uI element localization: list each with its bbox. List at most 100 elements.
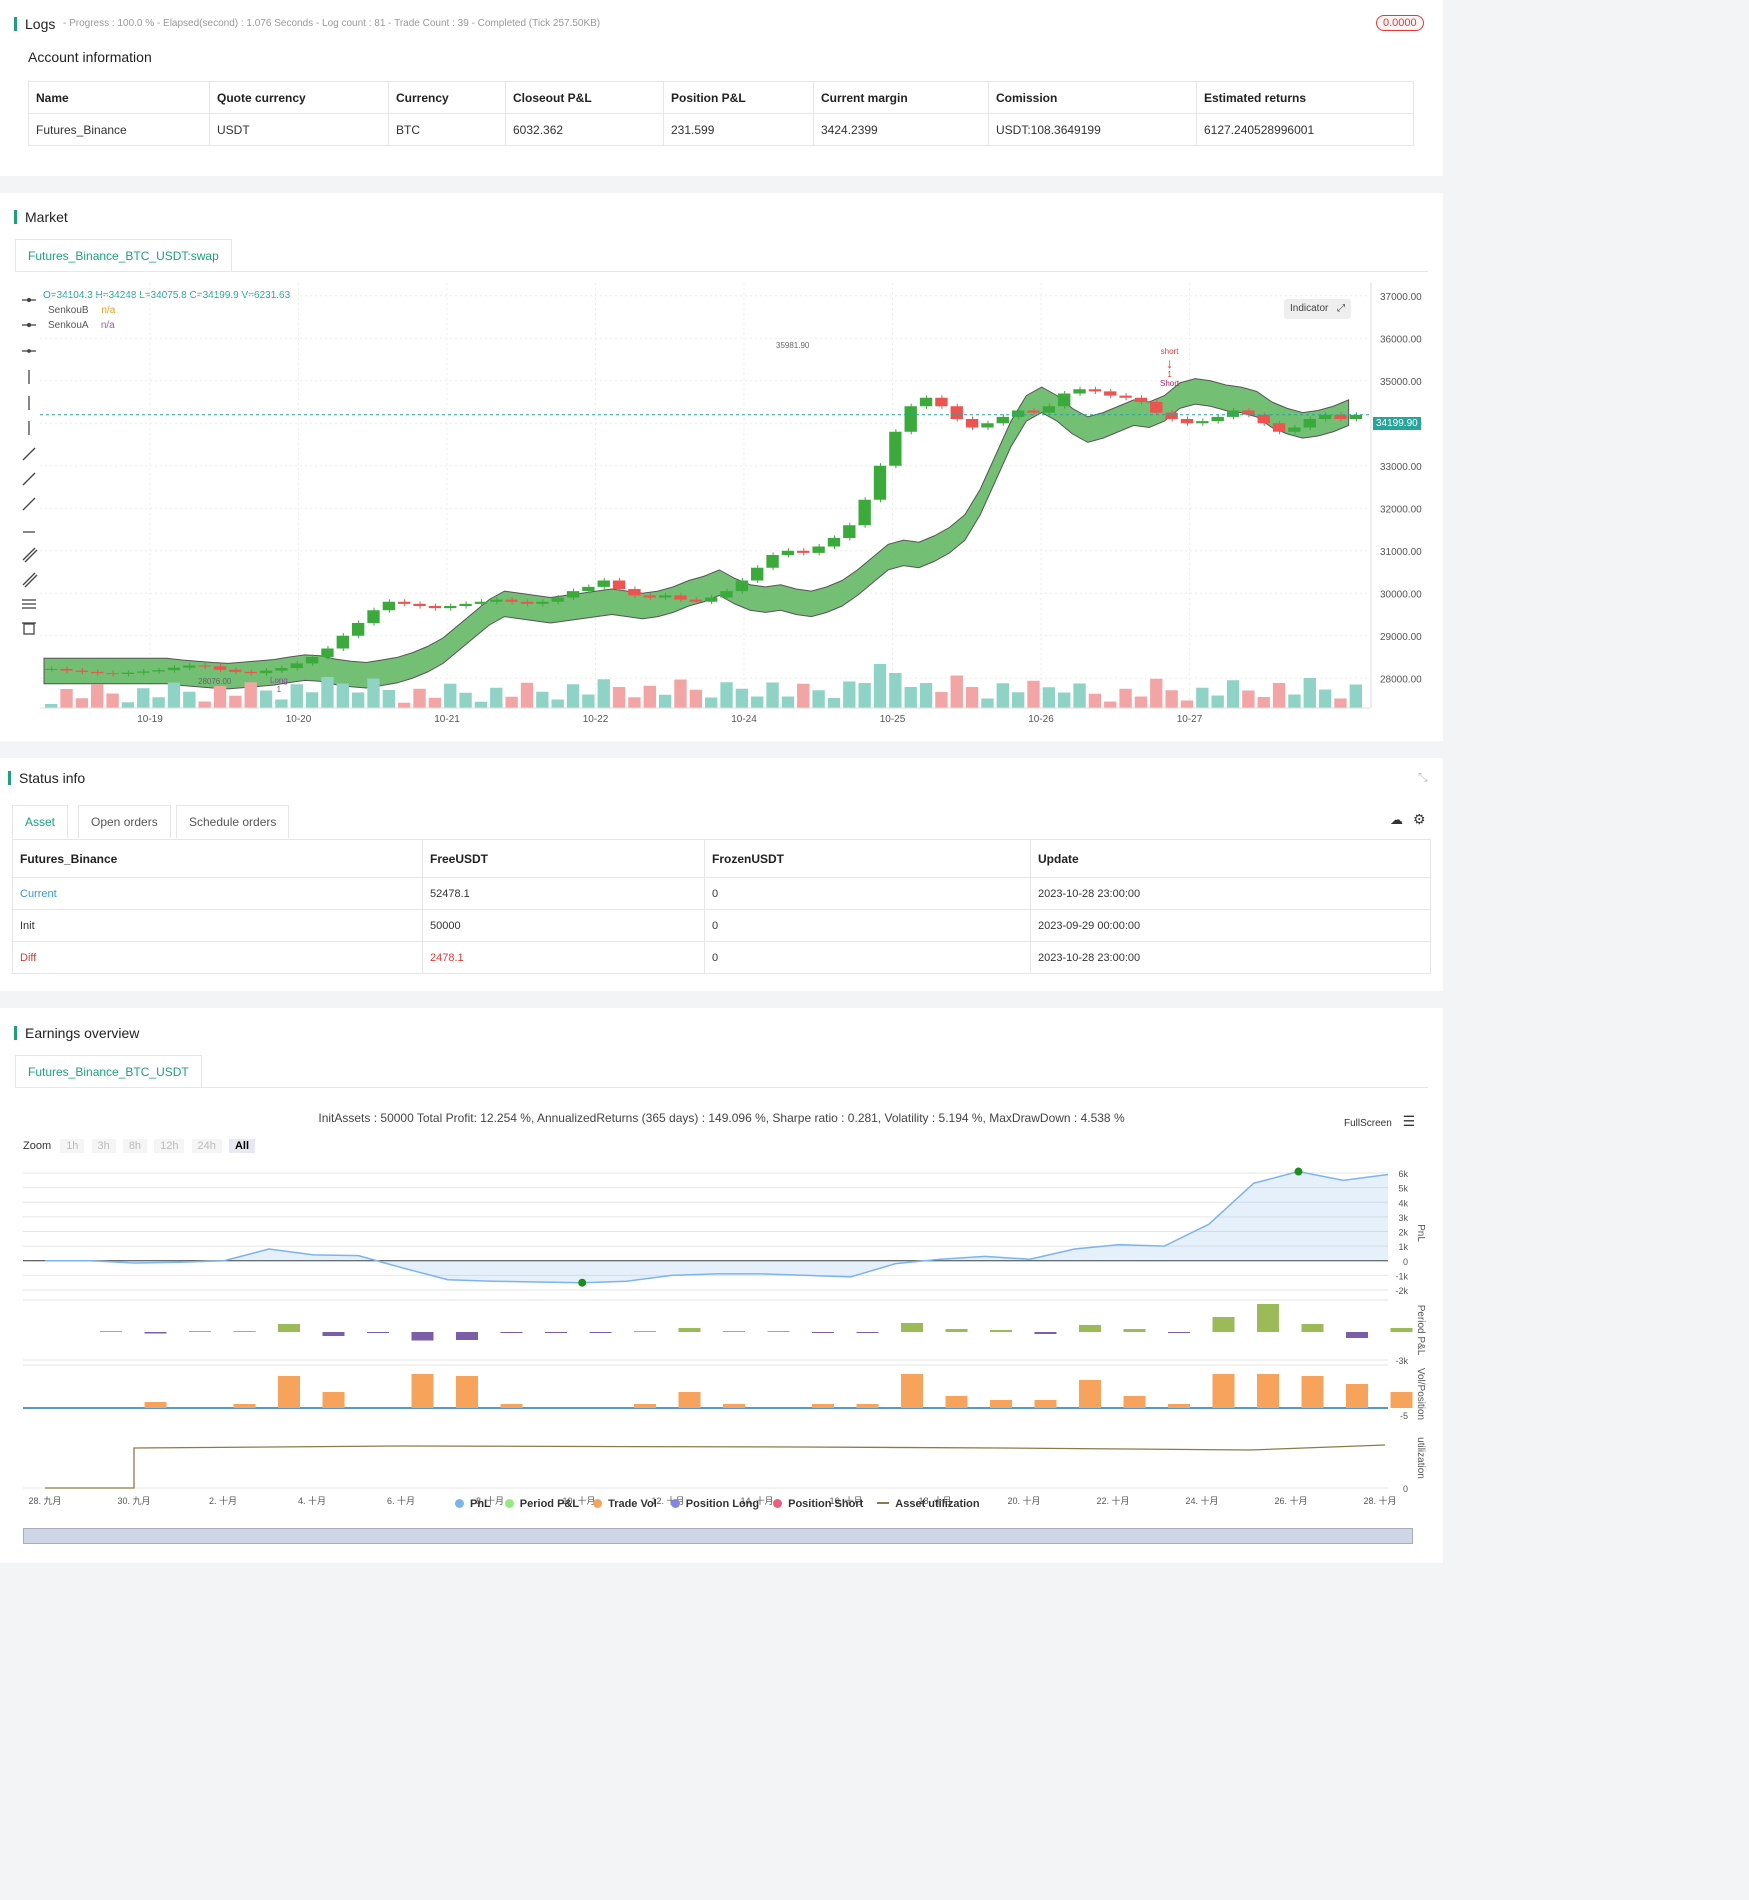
volume-bar (1257, 697, 1270, 708)
candle-body (398, 601, 411, 604)
zoom-24h[interactable]: 24h (191, 1139, 222, 1153)
ichimoku-cloud (43, 378, 1350, 690)
max-pnl-point (1294, 1167, 1303, 1176)
pnl-tick-label: 4k (1398, 1198, 1408, 1208)
tab-earnings-symbol[interactable]: Futures_Binance_BTC_USDT (15, 1055, 202, 1088)
tab-open-orders[interactable]: Open orders (78, 805, 171, 838)
candle-body (781, 550, 795, 555)
candle-body (321, 648, 334, 657)
volume-bar (1303, 678, 1316, 708)
y-tick-label: 35000.00 (1380, 377, 1422, 388)
pnl-tick-label: 5k (1398, 1184, 1408, 1194)
settings-gear-icon[interactable]: ⚙ (1413, 811, 1426, 828)
period-pnl-bar (1301, 1324, 1324, 1332)
menu-icon[interactable]: ☰ (1403, 1113, 1416, 1129)
volume-bar (398, 702, 411, 708)
candle-body (413, 603, 426, 606)
volume-bar (658, 694, 672, 708)
candle-body (766, 555, 779, 568)
cloud-download-icon[interactable]: ☁ (1390, 812, 1403, 828)
earnings-legend: PnL Period P&L Trade Vol Position Long Posit… (455, 1498, 994, 1510)
pnl-tick-label: -1k (1395, 1271, 1408, 1281)
legend-item[interactable]: Asset utilization (877, 1498, 980, 1510)
candle-body (520, 601, 534, 604)
period-pnl-bar (1168, 1332, 1190, 1333)
candle-body (1042, 406, 1056, 413)
x-tick-label: 10-22 (583, 714, 609, 725)
trade-vol-bar (1390, 1392, 1413, 1408)
y-tick-label: 30000.00 (1380, 589, 1422, 600)
collapse-icon[interactable]: ⤡ (1418, 770, 1428, 785)
trade-vol-bar (144, 1402, 167, 1408)
tab-schedule-orders[interactable]: Schedule orders (176, 805, 290, 838)
candle-body (582, 586, 595, 592)
legend-marker-icon (593, 1499, 603, 1508)
market-panel: Market Futures_Binance_BTC_USDT:swap O=3… (0, 193, 1443, 741)
volume-bar (321, 677, 334, 708)
tab-market-symbol[interactable]: Futures_Binance_BTC_USDT:swap (15, 239, 232, 272)
account-table-header: Name Quote currency Currency Closeout P&… (28, 81, 1414, 114)
volume-bar (1226, 680, 1240, 708)
volume-bar (305, 692, 319, 708)
zoom-12h[interactable]: 12h (154, 1139, 185, 1153)
x-tick-label: 4. 十月 (298, 1495, 326, 1506)
pnl-tick-label: 6k (1398, 1169, 1408, 1179)
candle-body (705, 597, 718, 602)
fullscreen-button[interactable]: FullScreen ☰ (1344, 1113, 1415, 1130)
candle-body (1011, 410, 1025, 417)
volume-bar (1134, 696, 1148, 708)
y-tick-label: 29000.00 (1380, 632, 1422, 643)
volume-bar (91, 684, 104, 708)
candle-body (1073, 389, 1086, 394)
legend-item[interactable]: Period P&L (504, 1498, 579, 1510)
zoom-8h[interactable]: 8h (122, 1139, 148, 1153)
volume-bar (75, 698, 89, 708)
legend-marker-icon (877, 1502, 890, 1504)
candle-body (137, 671, 150, 673)
volume-bar (1027, 680, 1040, 708)
x-tick-label: 10-26 (1028, 714, 1054, 725)
drawing-tools-icons[interactable] (18, 290, 40, 640)
legend-item[interactable]: Position Short (773, 1498, 863, 1510)
trade-vol-bar (812, 1404, 834, 1408)
trade-vol-bar (1168, 1404, 1190, 1408)
candle-body (213, 666, 227, 670)
volume-bar (781, 696, 795, 708)
zoom-1h[interactable]: 1h (60, 1139, 85, 1153)
col-returns: Estimated returns (1196, 81, 1414, 114)
status-title: Status info (8, 770, 85, 786)
candle-body (229, 669, 242, 672)
volume-bar (1196, 687, 1209, 708)
period-pnl-bar (634, 1331, 656, 1332)
period-pnl-bar (1034, 1332, 1057, 1334)
candle-body (1104, 391, 1117, 396)
legend-item[interactable]: Trade Vol (593, 1498, 657, 1510)
volume-bar (1104, 701, 1117, 708)
period-pnl-bar (233, 1331, 256, 1332)
drawing-toolbar (18, 290, 40, 645)
candle-body (1303, 419, 1316, 428)
volume-bar (1011, 692, 1025, 708)
market-title: Market (14, 209, 68, 225)
x-tick-label: 10-24 (731, 714, 757, 725)
zoom-all[interactable]: All (228, 1139, 256, 1153)
zoom-3h[interactable]: 3h (91, 1139, 116, 1153)
legend-item[interactable]: Position Long (670, 1498, 759, 1510)
candlestick-chart[interactable]: 28000.00 29000.00 30000.00 31000.00 32000.00… (40, 283, 1440, 733)
axis-title: Vol/Position (1415, 1368, 1426, 1420)
period-pnl-bar (1346, 1332, 1368, 1338)
volume-bar (121, 702, 135, 708)
volume-bar (827, 698, 841, 708)
navigator-bar[interactable] (23, 1528, 1413, 1544)
tab-asset[interactable]: Asset (12, 805, 69, 838)
high-price-label: 35981.90 (776, 341, 810, 350)
legend-item[interactable]: PnL (455, 1498, 491, 1510)
earnings-title: Earnings overview (14, 1025, 139, 1041)
volume-bar (904, 687, 917, 708)
volume-bar (643, 685, 656, 708)
trade-vol-bar (233, 1404, 256, 1408)
candle-body (536, 601, 549, 604)
period-pnl-bar (500, 1332, 523, 1333)
pnl-tick-label: -2k (1395, 1286, 1408, 1296)
period-pnl-bar (1257, 1304, 1279, 1332)
